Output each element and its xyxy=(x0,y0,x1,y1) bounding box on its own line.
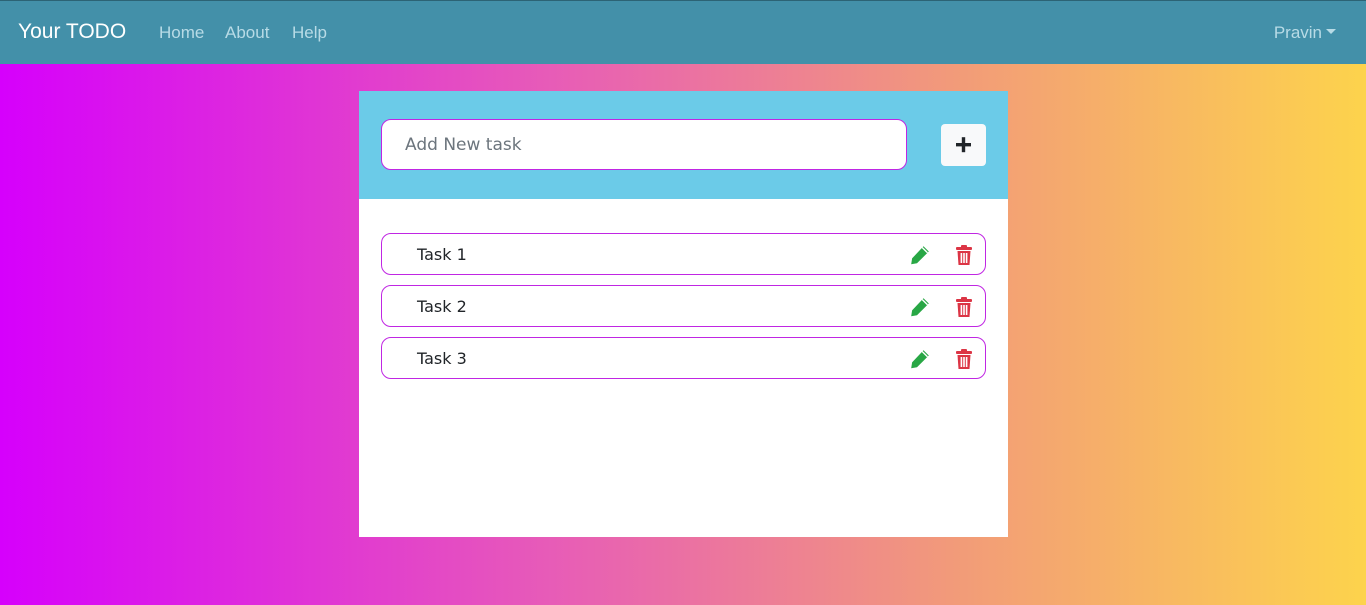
navbar: Your TODO Home About Help Pravin xyxy=(0,0,1366,64)
nav-link-about[interactable]: About xyxy=(225,23,269,43)
task-item: Task 1 xyxy=(381,233,986,275)
pencil-icon xyxy=(911,350,929,369)
task-label: Task 2 xyxy=(417,297,467,316)
trash-icon xyxy=(956,349,972,369)
nav-link-help[interactable]: Help xyxy=(292,23,327,43)
pencil-icon xyxy=(911,298,929,317)
task-list: Task 1 Task 2 Task 3 xyxy=(381,233,986,389)
new-task-input[interactable] xyxy=(381,119,907,170)
new-task-header xyxy=(359,91,1008,199)
pencil-icon xyxy=(911,246,929,265)
task-item: Task 2 xyxy=(381,285,986,327)
task-label: Task 3 xyxy=(417,349,467,368)
edit-task-button[interactable] xyxy=(909,348,931,370)
delete-task-button[interactable] xyxy=(953,296,975,318)
trash-icon xyxy=(956,245,972,265)
user-name: Pravin xyxy=(1273,23,1322,42)
brand-title[interactable]: Your TODO xyxy=(18,20,126,44)
user-dropdown[interactable]: Pravin xyxy=(1274,23,1336,43)
delete-task-button[interactable] xyxy=(953,244,975,266)
add-task-button[interactable] xyxy=(941,124,986,166)
plus-icon xyxy=(956,137,971,153)
edit-task-button[interactable] xyxy=(909,244,931,266)
trash-icon xyxy=(956,297,972,317)
nav-link-home[interactable]: Home xyxy=(159,23,204,43)
caret-down-icon xyxy=(1326,29,1336,35)
delete-task-button[interactable] xyxy=(953,348,975,370)
edit-task-button[interactable] xyxy=(909,296,931,318)
task-label: Task 1 xyxy=(417,245,467,264)
todo-card: Task 1 Task 2 xyxy=(359,91,1008,537)
task-item: Task 3 xyxy=(381,337,986,379)
